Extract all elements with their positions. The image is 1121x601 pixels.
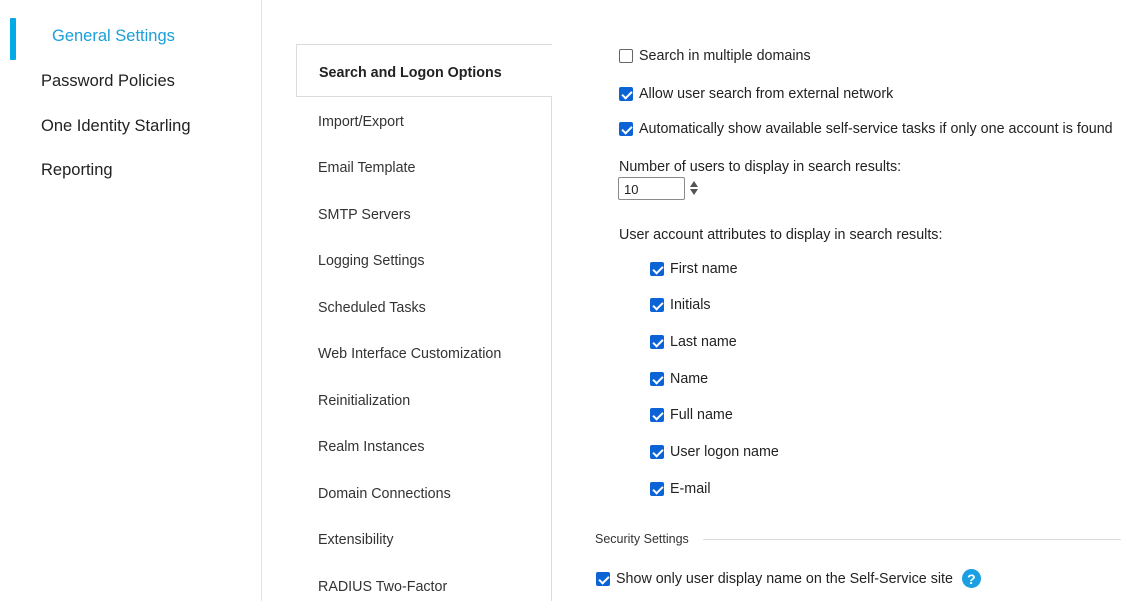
settings-tabs: Search and Logon Options Import/Export E… (296, 44, 553, 601)
search-multiple-domains-checkbox[interactable] (619, 49, 633, 63)
attribute-initials: Initials (650, 297, 711, 313)
tab-search-and-logon-options[interactable]: Search and Logon Options (296, 44, 553, 98)
search-multiple-domains-label: Search in multiple domains (639, 48, 811, 64)
nav-item-reporting[interactable]: Reporting (41, 161, 113, 180)
last-name-label: Last name (670, 334, 737, 350)
show-display-name-label: Show only user display name on the Self-… (616, 570, 953, 587)
nav-item-general-settings[interactable]: General Settings (52, 27, 175, 46)
name-label: Name (670, 371, 709, 387)
security-settings-divider (703, 539, 1121, 540)
attribute-user-logon-name: User logon name (650, 444, 779, 460)
option-search-multiple-domains: Search in multiple domains (619, 48, 811, 64)
tab-import-export[interactable]: Import/Export (318, 114, 404, 130)
nav-item-password-policies[interactable]: Password Policies (41, 72, 175, 91)
initials-checkbox[interactable] (650, 298, 664, 312)
attribute-email: E-mail (650, 481, 711, 497)
user-logon-name-checkbox[interactable] (650, 445, 664, 459)
email-checkbox[interactable] (650, 482, 664, 496)
tab-extensibility[interactable]: Extensibility (318, 532, 394, 548)
full-name-label: Full name (670, 407, 733, 423)
first-name-checkbox[interactable] (650, 262, 664, 276)
question-mark-icon[interactable]: ? (961, 569, 981, 588)
name-checkbox[interactable] (650, 372, 664, 386)
last-name-checkbox[interactable] (650, 335, 664, 349)
tab-email-template[interactable]: Email Template (318, 160, 415, 176)
left-navigation: General Settings Password Policies One I… (0, 0, 262, 601)
spinner-up-icon[interactable] (690, 181, 698, 187)
first-name-label: First name (670, 261, 738, 277)
num-users-input[interactable]: 10 (618, 177, 685, 200)
auto-show-tasks-label: Automatically show available self-servic… (639, 121, 1113, 137)
spinner-down-icon[interactable] (690, 189, 698, 195)
full-name-checkbox[interactable] (650, 408, 664, 422)
allow-external-search-label: Allow user search from external network (639, 86, 894, 102)
allow-external-search-checkbox[interactable] (619, 87, 633, 101)
tab-web-interface-customization[interactable]: Web Interface Customization (318, 346, 501, 362)
security-settings-title: Security Settings (595, 532, 689, 546)
attribute-first-name: First name (650, 261, 738, 277)
nav-item-one-identity-starling[interactable]: One Identity Starling (41, 117, 191, 136)
num-users-label: Number of users to display in search res… (619, 159, 902, 175)
email-label: E-mail (670, 481, 711, 497)
active-nav-indicator (10, 18, 16, 60)
option-allow-external-search: Allow user search from external network (619, 86, 893, 102)
attributes-label: User account attributes to display in se… (619, 227, 943, 243)
num-users-spinner[interactable] (689, 176, 699, 200)
tab-reinitialization[interactable]: Reinitialization (318, 393, 410, 409)
tab-domain-connections[interactable]: Domain Connections (318, 486, 451, 502)
option-auto-show-tasks: Automatically show available self-servic… (619, 121, 1113, 137)
auto-show-tasks-checkbox[interactable] (619, 122, 633, 136)
user-logon-name-label: User logon name (670, 444, 779, 460)
attribute-name: Name (650, 371, 708, 387)
tab-smtp-servers[interactable]: SMTP Servers (318, 207, 411, 223)
attribute-full-name: Full name (650, 407, 733, 423)
tab-logging-settings[interactable]: Logging Settings (318, 253, 425, 269)
option-show-display-name: Show only user display name on the Self-… (596, 569, 981, 588)
tab-radius-two-factor[interactable]: RADIUS Two-Factor (318, 579, 447, 595)
tabs-divider (551, 96, 552, 601)
show-display-name-checkbox[interactable] (596, 571, 610, 586)
tab-realm-instances[interactable]: Realm Instances (318, 439, 424, 455)
initials-label: Initials (670, 297, 711, 313)
attribute-last-name: Last name (650, 334, 737, 350)
tab-scheduled-tasks[interactable]: Scheduled Tasks (318, 300, 426, 316)
